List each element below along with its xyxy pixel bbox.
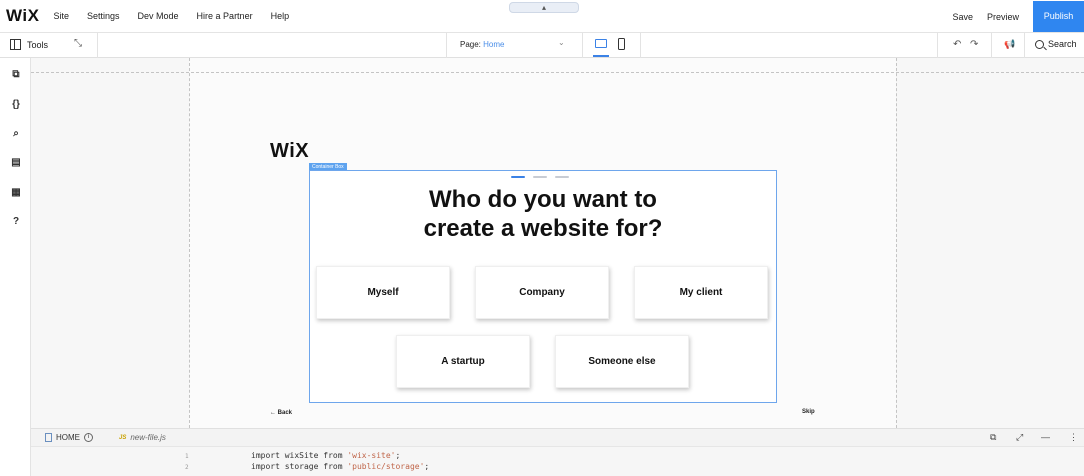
collapse-topbar-button[interactable]: ▴ [509,2,579,13]
desktop-icon[interactable] [595,39,607,48]
toolbar-divider [446,33,447,58]
wix-page-logo[interactable]: WiX [270,140,309,163]
option-company[interactable]: Company [475,266,609,319]
page-title-line-2: create a website for? [423,215,663,242]
step-dot [533,176,547,178]
code-panel-tabs: HOME i JS new-file.js ⧉ ⤢ — ⋮ [31,428,1084,447]
help-icon[interactable]: ? [10,216,22,228]
wix-logo[interactable]: WiX [6,6,39,26]
tools-button[interactable]: Tools [10,39,48,50]
undo-icon[interactable]: ↶ [953,39,961,50]
top-right-actions: Save Preview Publish [952,0,1084,33]
page-file-icon [45,433,52,442]
mobile-icon[interactable] [618,38,625,50]
tab-new-file[interactable]: JS new-file.js [119,433,166,442]
code-editor[interactable]: 1 2 import wixSite from 'wix-site'; impo… [31,447,1084,476]
line-number: 2 [185,464,189,471]
editor-toolbar: Tools ⤡ Page: Home ⌄ ↶ ↷ 📢 Search [0,33,1084,58]
left-gridline [189,58,190,428]
page-selector[interactable]: Page: Home [460,40,504,49]
line-number: 1 [185,453,189,460]
search-icon[interactable]: ⌕ [10,128,22,140]
option-someone-else[interactable]: Someone else [555,335,689,388]
layout-toggle-icon[interactable]: ⧉ [990,432,996,443]
chevron-down-icon[interactable]: ⌄ [558,38,565,47]
menu-site[interactable]: Site [53,11,69,21]
page-title-line-1: Who do you want to [429,186,657,213]
step-dot [555,176,569,178]
toolbar-divider [97,33,98,58]
left-rail: ⧉ {} ⌕ ▤ ▦ ? [0,58,31,476]
zoom-out-icon[interactable]: ⤡ [74,38,82,49]
megaphone-icon[interactable]: 📢 [1004,39,1015,50]
expand-icon[interactable]: ⤢ [1016,432,1023,443]
code-line-2-text: import storage from [251,462,348,471]
search-button[interactable]: Search [1035,39,1077,49]
step-indicator [511,176,569,178]
option-myself[interactable]: Myself [316,266,450,319]
code-line-2-end: ; [424,462,430,471]
search-icon [1035,39,1044,49]
code-line-2[interactable]: import storage from 'public/storage'; [251,462,429,471]
code-line-1[interactable]: import wixSite from 'wix-site'; [251,451,400,460]
pages-icon[interactable]: ▤ [10,157,22,169]
layout-icon[interactable]: ▦ [10,187,22,199]
page-label: Page: [460,40,481,49]
publish-button[interactable]: Publish [1033,1,1084,32]
desktop-active-indicator [593,55,609,57]
info-icon[interactable]: i [84,433,93,442]
tab-file-label: new-file.js [130,433,166,442]
panel-icon [10,39,21,50]
menu-dev-mode[interactable]: Dev Mode [138,11,179,21]
option-a-startup[interactable]: A startup [396,335,530,388]
back-link[interactable]: ← Back [270,410,292,416]
editor-canvas[interactable]: WiX Container Box Who do you want to cre… [31,58,1084,428]
add-elements-icon[interactable]: ⧉ [10,69,22,81]
preview-button[interactable]: Preview [987,12,1019,22]
tab-home-label: HOME [56,433,80,442]
minimize-icon[interactable]: — [1041,432,1050,442]
page-title: Who do you want to create a website for? [310,185,776,243]
more-options-icon[interactable]: ⋮ [1069,432,1078,443]
redo-icon[interactable]: ↷ [970,39,978,50]
menu-settings[interactable]: Settings [87,11,120,21]
toolbar-divider [1024,33,1025,58]
code-line-1-text: import wixSite from [251,451,348,460]
menu-help[interactable]: Help [271,11,290,21]
step-dot-active [511,176,525,178]
code-line-1-end: ; [395,451,401,460]
code-line-1-string: 'wix-site' [347,451,396,460]
toolbar-divider [991,33,992,58]
menu-hire-a-partner[interactable]: Hire a Partner [197,11,253,21]
save-button[interactable]: Save [952,12,973,22]
container-box[interactable]: Who do you want to create a website for?… [309,170,777,403]
toolbar-divider [640,33,641,58]
toolbar-divider [582,33,583,58]
right-gridline [896,58,897,428]
toolbar-divider [937,33,938,58]
code-icon[interactable]: {} [10,99,22,111]
js-file-icon: JS [119,434,127,441]
page-value: Home [483,40,505,49]
skip-link[interactable]: Skip [802,409,815,415]
tab-home[interactable]: HOME i [45,433,93,442]
code-line-2-string: 'public/storage' [347,462,425,471]
option-my-client[interactable]: My client [634,266,768,319]
search-label: Search [1048,39,1077,49]
tools-label: Tools [27,39,49,50]
